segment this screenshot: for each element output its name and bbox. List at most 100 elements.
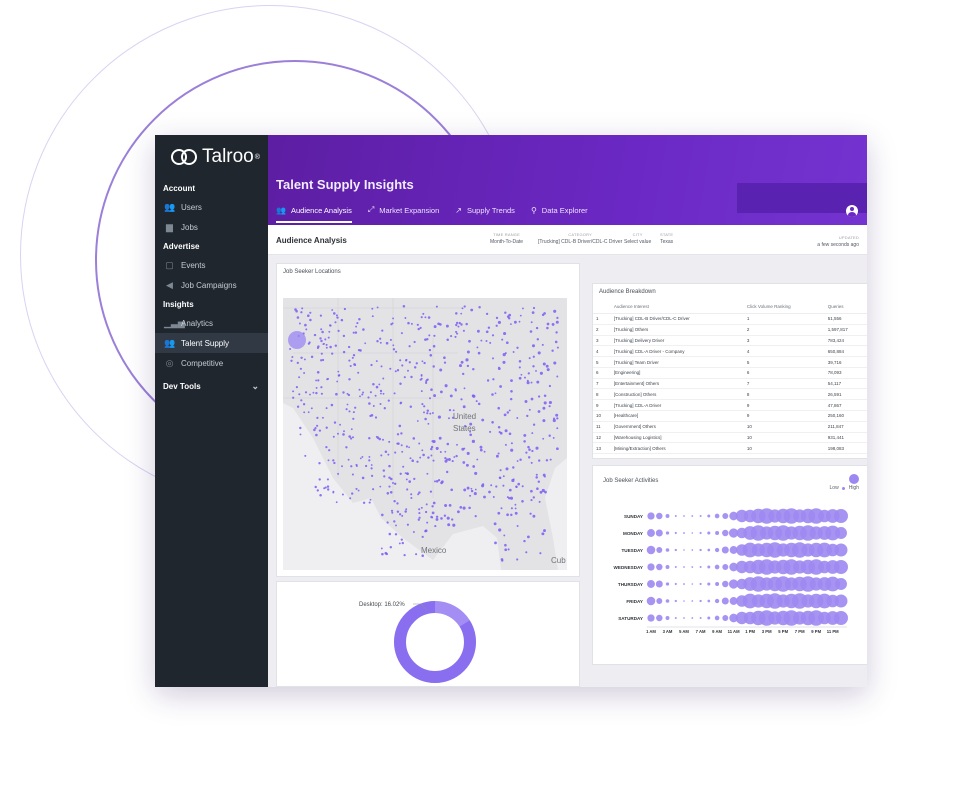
activity-bubble[interactable] <box>699 582 702 586</box>
table-row[interactable]: 1 [Trucking] CDL-B Driver/CDL-C Driver 1 51… <box>593 313 867 325</box>
activity-bubble[interactable] <box>655 580 663 588</box>
activity-bubble[interactable] <box>722 513 729 519</box>
tab-data-explorer[interactable]: ⚲ Data Explorer <box>531 205 588 223</box>
activity-bubble[interactable] <box>691 566 694 568</box>
table-row[interactable]: 2 [Trucking] Others 2 1,597,817 <box>593 324 867 336</box>
table-row[interactable]: 3 [Trucking] Delivery Driver 3 783,424 <box>593 335 867 347</box>
activity-bubble[interactable] <box>683 566 685 568</box>
sidebar-item-users[interactable]: 👥 Users <box>155 197 268 217</box>
tab-audience-analysis[interactable]: 👥 Audience Analysis <box>276 205 352 223</box>
activity-bubble[interactable] <box>699 515 702 517</box>
activity-bubble[interactable] <box>665 599 670 603</box>
activity-bubble[interactable] <box>656 563 663 571</box>
activity-bubble[interactable] <box>707 616 711 620</box>
activity-bubble[interactable] <box>699 599 702 603</box>
activity-bubble[interactable] <box>691 583 694 585</box>
activity-bubble[interactable] <box>674 566 677 568</box>
activity-bubble[interactable] <box>665 548 670 552</box>
activity-bubble[interactable] <box>691 549 694 551</box>
activity-bubble[interactable] <box>655 529 663 537</box>
table-row[interactable]: 12 [Warehousing Logistics] 10 931,441 <box>593 432 867 444</box>
activity-bubble[interactable] <box>707 531 711 535</box>
activity-bubble[interactable] <box>656 598 663 604</box>
sidebar-item-events[interactable]: ▢ Events <box>155 255 268 275</box>
activity-bubble[interactable] <box>665 616 670 620</box>
activity-bubble[interactable] <box>715 531 720 535</box>
table-row[interactable]: 10 [Healthcare] 9 250,160 <box>593 410 867 422</box>
activity-bubble[interactable] <box>683 600 685 602</box>
activity-bubble[interactable] <box>646 545 656 555</box>
map-cluster-bubble[interactable] <box>288 331 306 349</box>
activity-bubble[interactable] <box>674 599 677 603</box>
job-seeker-map[interactable]: United States Mexico Cub <box>283 298 567 570</box>
state-filter[interactable]: STATE Texas <box>660 232 673 245</box>
activity-bubble[interactable] <box>722 564 729 570</box>
activity-bubble[interactable] <box>691 532 694 534</box>
activity-bubble[interactable] <box>834 611 848 625</box>
activity-bubble[interactable] <box>707 582 711 586</box>
tab-supply-trends[interactable]: ↗ Supply Trends <box>455 205 515 223</box>
table-row[interactable]: 7 [Entertainment] Others 7 54,117 <box>593 378 867 390</box>
activity-bubble[interactable] <box>834 509 848 523</box>
sidebar-item-competitive[interactable]: ◎ Competitive <box>155 353 268 373</box>
activity-bubble[interactable] <box>835 527 847 539</box>
activity-bubble[interactable] <box>722 615 729 621</box>
table-row[interactable]: 13 [Mining/Extraction] Others 10 198,083 <box>593 442 867 455</box>
activity-bubble[interactable] <box>647 529 655 537</box>
table-row[interactable]: 5 [Trucking] Team Driver 5 39,716 <box>593 356 867 368</box>
activity-bubble[interactable] <box>656 547 663 553</box>
activity-bubble[interactable] <box>683 532 685 534</box>
activity-bubble[interactable] <box>674 515 677 517</box>
activity-bubble[interactable] <box>722 580 729 588</box>
activity-bubble[interactable] <box>656 614 663 622</box>
tab-market-expansion[interactable]: ⤢ Market Expansion <box>368 205 439 223</box>
table-row[interactable]: 4 [Trucking] CDL-A Driver - Company 4 650,8… <box>593 345 867 358</box>
activity-bubble[interactable] <box>834 543 848 557</box>
table-row[interactable]: 9 [Trucking] CDL-A Driver 9 47,867 <box>593 399 867 412</box>
activity-bubble[interactable] <box>699 566 702 568</box>
activity-bubble[interactable] <box>834 560 848 574</box>
activity-bubble[interactable] <box>714 564 720 570</box>
activity-bubble[interactable] <box>835 578 847 590</box>
activity-bubble[interactable] <box>656 512 663 520</box>
activity-bubble[interactable] <box>714 513 720 519</box>
activity-bubble[interactable] <box>683 549 685 551</box>
activity-bubble[interactable] <box>647 512 655 520</box>
activity-bubble[interactable] <box>665 582 670 586</box>
activity-bubble[interactable] <box>834 594 848 608</box>
activity-bubble[interactable] <box>722 529 729 537</box>
activity-bubble[interactable] <box>699 617 702 619</box>
city-filter[interactable]: CITY Select value <box>624 232 651 245</box>
activity-bubble[interactable] <box>674 582 677 586</box>
activity-bubble[interactable] <box>715 582 720 586</box>
activity-bubble[interactable] <box>647 563 655 571</box>
table-row[interactable]: 6 [Engineering] 6 78,093 <box>593 367 867 379</box>
activity-bubble[interactable] <box>699 531 702 535</box>
activity-bubble[interactable] <box>683 583 685 585</box>
sidebar-item-dev-tools[interactable]: Dev Tools ⌄ <box>155 373 268 396</box>
activity-bubble[interactable] <box>691 617 694 619</box>
activity-bubble[interactable] <box>707 599 711 603</box>
activity-bubble[interactable] <box>647 580 655 588</box>
table-row[interactable]: 8 [Construction] Others 8 26,591 <box>593 388 867 401</box>
time-range-filter[interactable]: TIME RANGE Month-To-Date <box>490 232 523 245</box>
activity-bubble[interactable] <box>646 596 656 606</box>
category-filter[interactable]: CATEGORY [Trucking] CDL-B Driver/CDL-C D… <box>538 232 622 245</box>
activity-bubble[interactable] <box>665 531 670 535</box>
activity-bubble[interactable] <box>674 617 677 619</box>
activity-bubble[interactable] <box>674 531 677 535</box>
sidebar-item-job-campaigns[interactable]: ◀ Job Campaigns <box>155 275 268 295</box>
activity-bubble[interactable] <box>699 548 702 552</box>
activity-bubble[interactable] <box>721 597 729 605</box>
sidebar-item-analytics[interactable]: ▁▃▅ Analytics <box>155 313 268 333</box>
activity-bubble[interactable] <box>707 565 711 569</box>
activity-bubble[interactable] <box>714 598 720 604</box>
activity-bubble[interactable] <box>714 615 720 621</box>
activity-bubble[interactable] <box>707 514 711 518</box>
activity-bubble[interactable] <box>691 515 694 517</box>
user-icon[interactable] <box>846 205 858 217</box>
activity-bubble[interactable] <box>683 515 685 517</box>
table-row[interactable]: 11 [Government] Others 10 211,847 <box>593 421 867 433</box>
talroo-logo[interactable]: Talroo ® <box>155 135 268 179</box>
activity-bubble[interactable] <box>674 548 677 552</box>
